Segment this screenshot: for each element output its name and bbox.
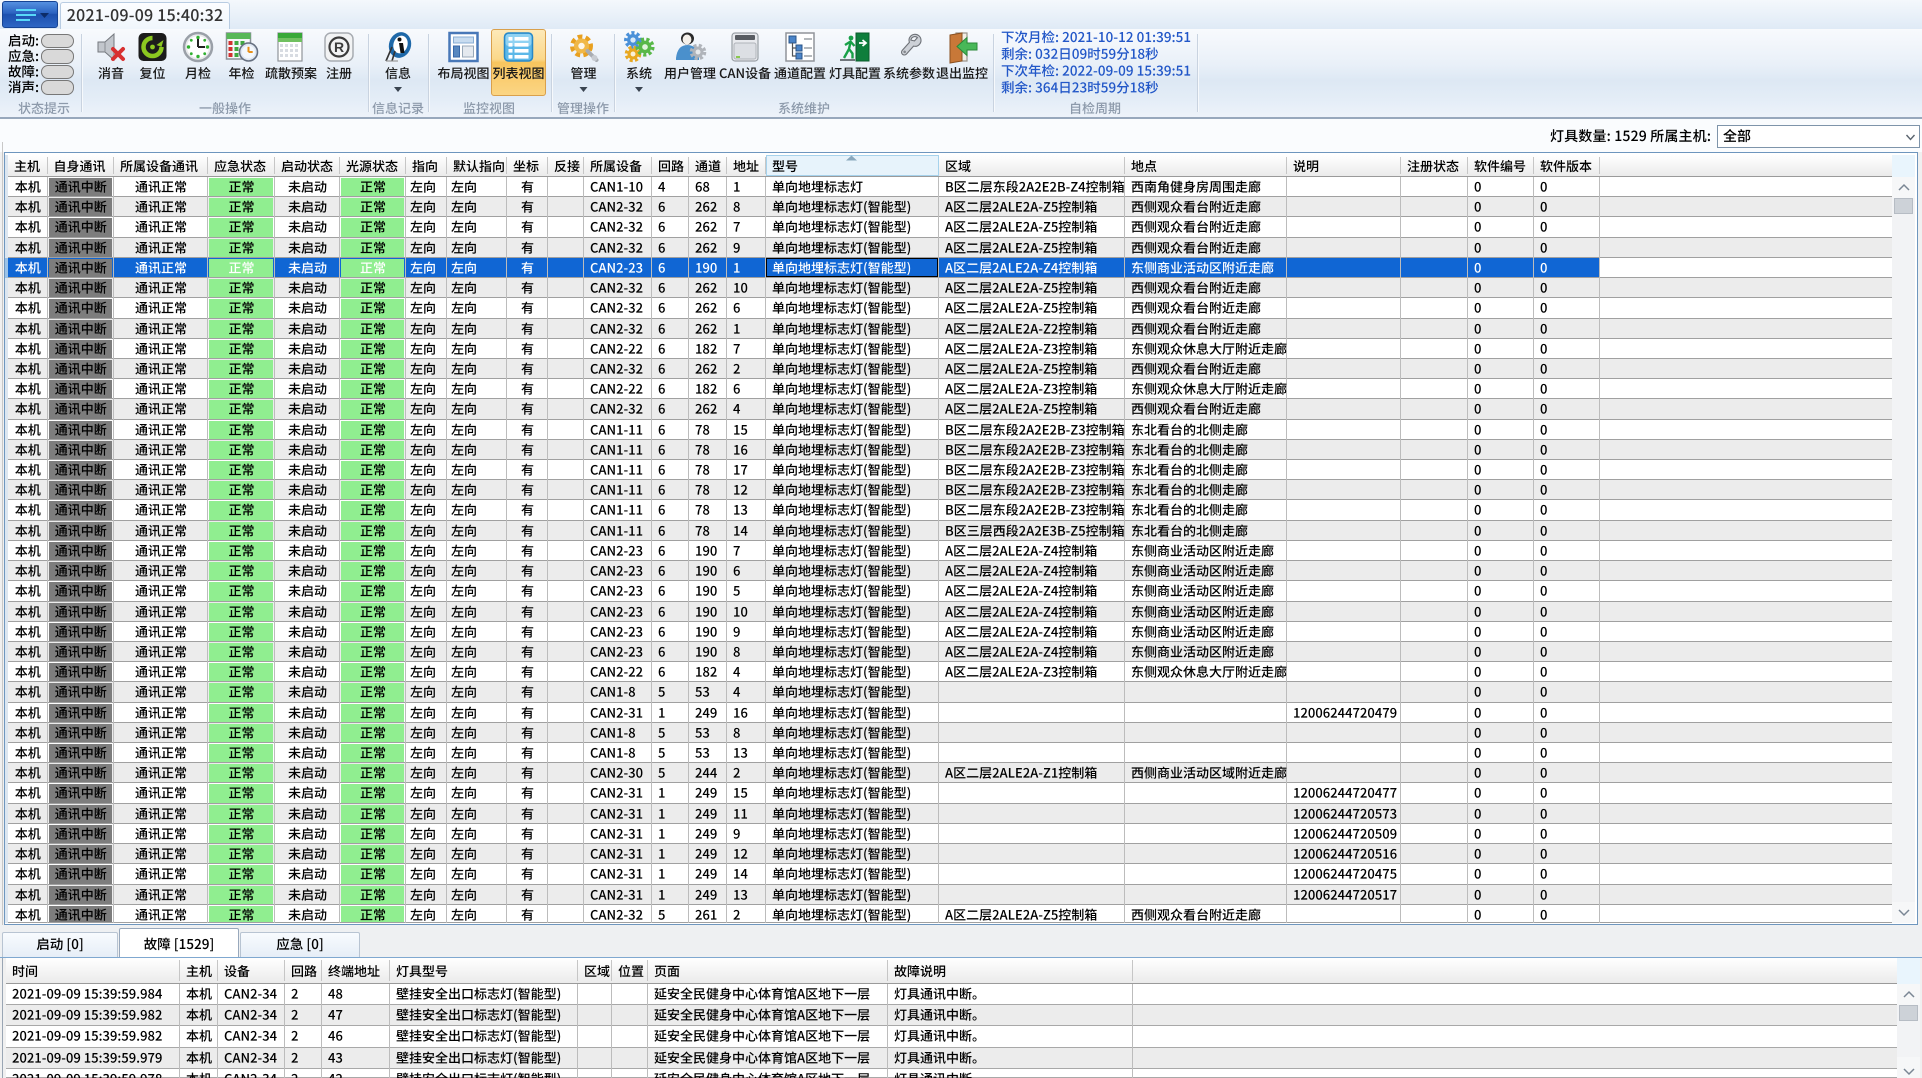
svg-text:R: R <box>334 39 344 55</box>
